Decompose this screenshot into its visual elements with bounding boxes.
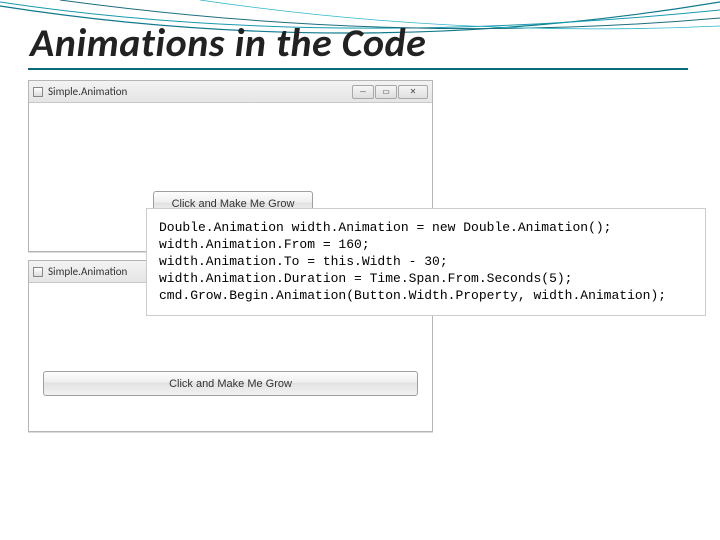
code-line: cmd.Grow.Begin.Animation(Button.Width.Pr… xyxy=(159,288,666,303)
app-icon xyxy=(33,87,43,97)
minimize-button[interactable]: — xyxy=(352,85,374,99)
window-caption: Simple.Animation xyxy=(48,85,347,98)
code-line: width.Animation.To = this.Width - 30; xyxy=(159,254,448,269)
code-snippet: Double.Animation width.Animation = new D… xyxy=(146,208,706,316)
window-controls: — ▭ ✕ xyxy=(352,85,428,99)
slide-content: Simple.Animation — ▭ ✕ Click and Make Me… xyxy=(28,80,688,500)
grow-button-expanded[interactable]: Click and Make Me Grow xyxy=(43,371,418,396)
slide-title: Animations in the Code xyxy=(30,18,426,67)
code-line: width.Animation.Duration = Time.Span.Fro… xyxy=(159,271,572,286)
title-underline xyxy=(28,68,688,70)
maximize-button[interactable]: ▭ xyxy=(375,85,397,99)
app-icon xyxy=(33,267,43,277)
code-line: Double.Animation width.Animation = new D… xyxy=(159,220,611,235)
titlebar: Simple.Animation — ▭ ✕ xyxy=(29,81,432,103)
code-line: width.Animation.From = 160; xyxy=(159,237,370,252)
close-button[interactable]: ✕ xyxy=(398,85,428,99)
